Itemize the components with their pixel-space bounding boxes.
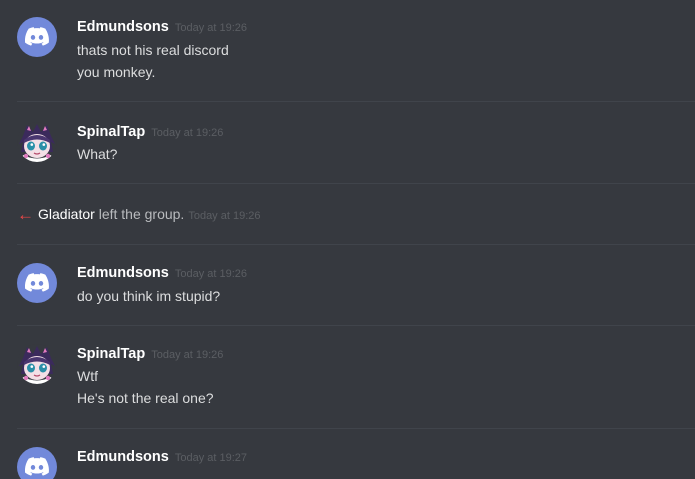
avatar[interactable] bbox=[17, 447, 57, 479]
avatar[interactable] bbox=[17, 263, 57, 303]
timestamp[interactable]: Today at 19:26 bbox=[188, 210, 260, 222]
avatar[interactable] bbox=[17, 344, 57, 384]
system-message: ← Gladiator left the group. Today at 19:26 bbox=[17, 204, 261, 224]
timestamp[interactable]: Today at 19:26 bbox=[175, 22, 247, 34]
message-divider bbox=[17, 244, 695, 245]
message-text: What? bbox=[77, 146, 118, 162]
anime-character-avatar-icon bbox=[19, 124, 55, 162]
avatar[interactable] bbox=[17, 122, 57, 162]
username[interactable]: Edmundsons bbox=[77, 449, 169, 465]
username[interactable]: Edmundsons bbox=[77, 265, 169, 281]
message-text: do you think im stupid? bbox=[77, 288, 221, 304]
discord-logo-icon bbox=[25, 27, 49, 46]
left-arrow-icon: ← bbox=[17, 205, 34, 224]
message-text: Wtf bbox=[77, 368, 98, 384]
timestamp[interactable]: Today at 19:27 bbox=[175, 452, 247, 464]
message-text: you monkey. bbox=[77, 64, 156, 80]
timestamp[interactable]: Today at 19:26 bbox=[175, 268, 247, 280]
message-text: thats not his real discord bbox=[77, 42, 229, 58]
system-message-text: left the group. bbox=[98, 206, 185, 222]
discord-logo-icon bbox=[25, 457, 49, 476]
system-username[interactable]: Gladiator bbox=[38, 206, 95, 222]
username[interactable]: SpinalTap bbox=[77, 346, 145, 362]
message-divider bbox=[17, 183, 695, 184]
anime-character-avatar-icon bbox=[19, 346, 55, 384]
message-text: He's not the real one? bbox=[77, 390, 214, 406]
timestamp[interactable]: Today at 19:26 bbox=[151, 127, 223, 139]
message-divider bbox=[17, 101, 695, 102]
discord-logo-icon bbox=[25, 273, 49, 292]
message-divider bbox=[17, 325, 695, 326]
username[interactable]: Edmundsons bbox=[77, 19, 169, 35]
timestamp[interactable]: Today at 19:26 bbox=[151, 349, 223, 361]
username[interactable]: SpinalTap bbox=[77, 124, 145, 140]
avatar[interactable] bbox=[17, 17, 57, 57]
message-divider bbox=[17, 428, 695, 429]
chat-message-list[interactable]: Edmundsons Today at 19:26 thats not his r… bbox=[0, 0, 695, 479]
